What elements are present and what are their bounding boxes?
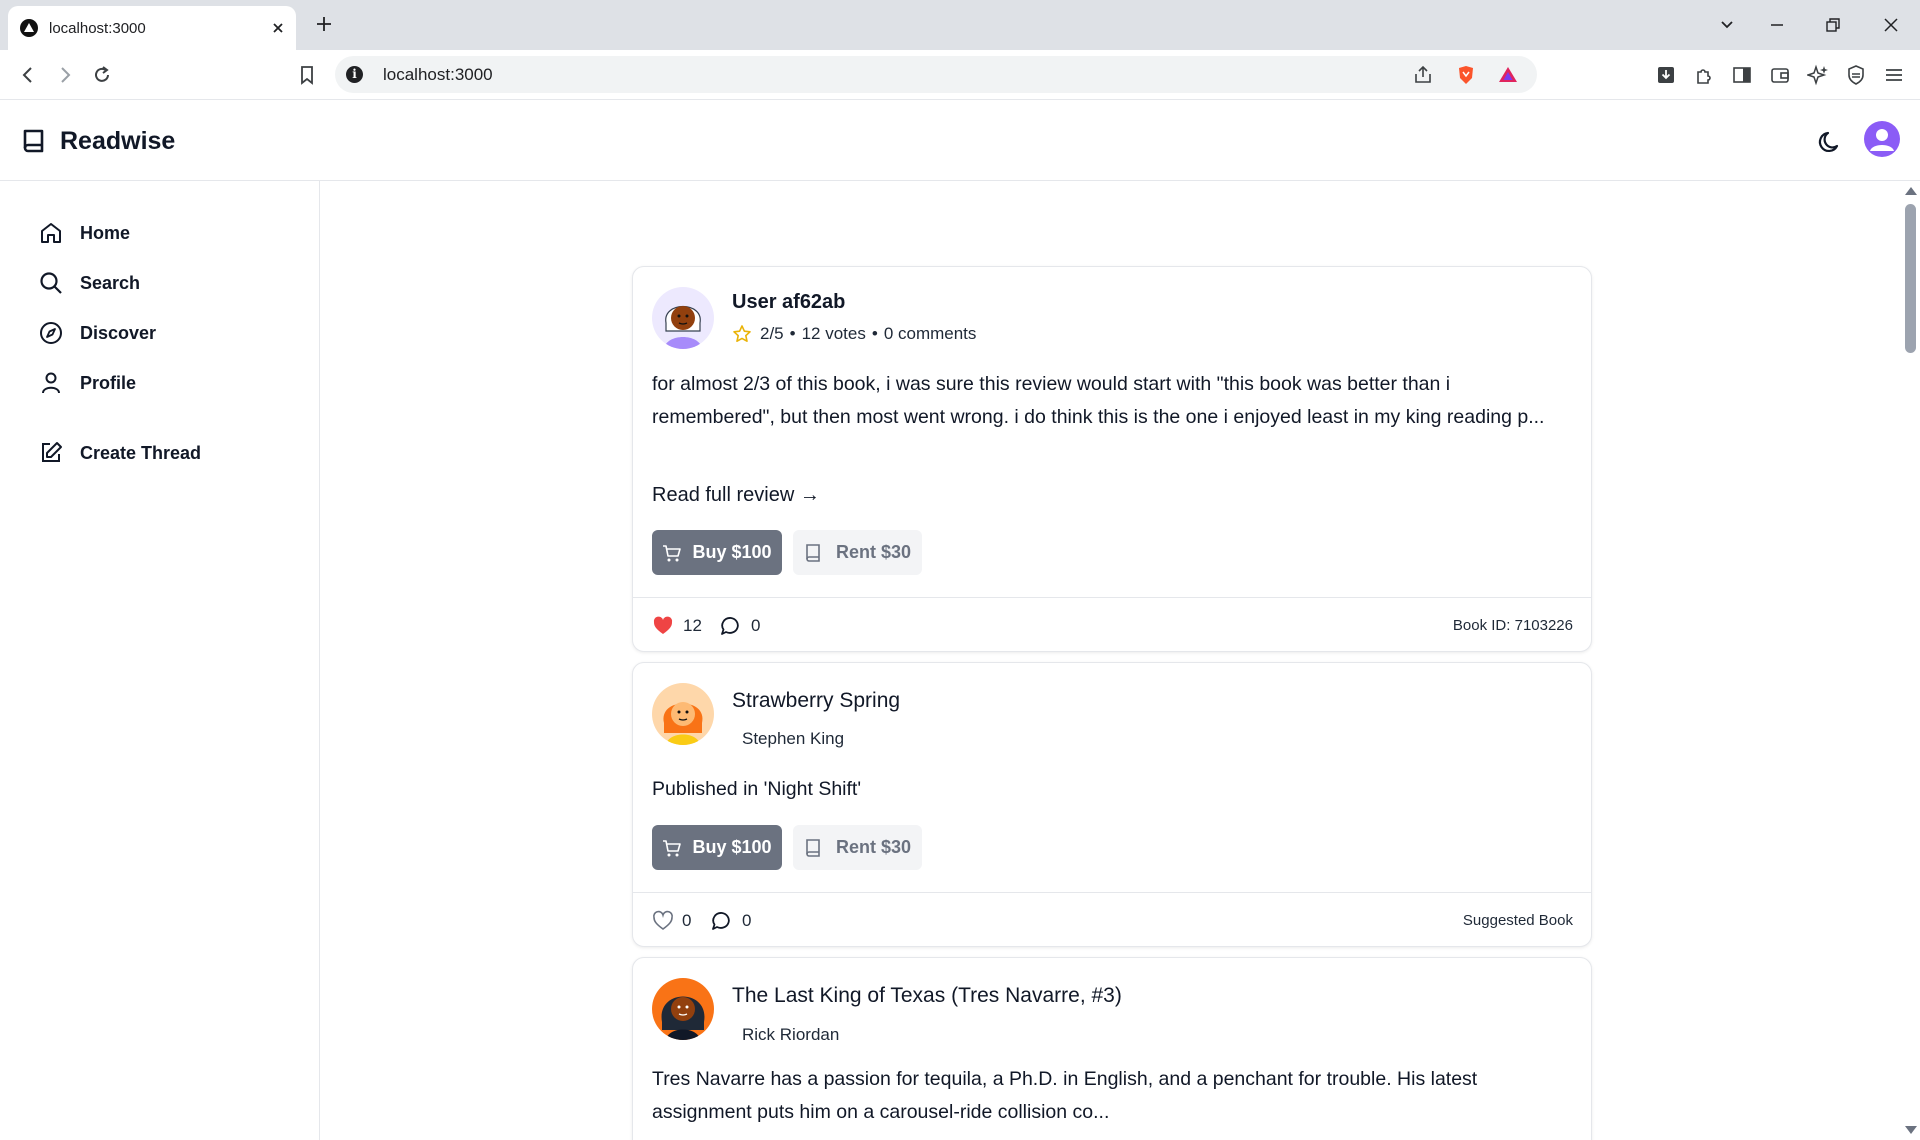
- sidebar-item-label: Home: [80, 222, 131, 243]
- leo-ai-icon[interactable]: [1807, 64, 1829, 86]
- book-card: The Last King of Texas (Tres Navarre, #3…: [632, 957, 1592, 1140]
- review-excerpt: for almost 2/3 of this book, i was sure …: [652, 373, 1545, 428]
- star-icon: [733, 325, 751, 342]
- bookmark-icon[interactable]: [296, 64, 318, 86]
- comment-icon[interactable]: [711, 910, 733, 932]
- rent-label: Rent $30: [835, 837, 912, 857]
- sidebar-item-label: Search: [80, 272, 141, 293]
- forward-icon[interactable]: [54, 64, 76, 86]
- browser-toolbar: i localhost:3000: [0, 50, 1920, 100]
- tab-search-icon[interactable]: [1716, 14, 1738, 36]
- rating-value: 2/5: [760, 324, 784, 343]
- heart-filled-icon[interactable]: [652, 615, 674, 637]
- vpn-icon[interactable]: [1845, 64, 1867, 86]
- card-footer: 0 0 Suggested Book: [633, 892, 1591, 946]
- scroll-down-arrow-icon[interactable]: [1905, 1126, 1917, 1134]
- tab-title: localhost:3000: [49, 20, 146, 37]
- new-tab-icon[interactable]: [314, 14, 334, 34]
- back-icon[interactable]: [17, 64, 39, 86]
- brave-rewards-icon[interactable]: [1497, 64, 1519, 86]
- close-tab-icon[interactable]: [270, 20, 286, 36]
- like-count: 0: [682, 911, 692, 930]
- extensions-icon[interactable]: [1693, 64, 1715, 86]
- share-icon[interactable]: [1412, 64, 1434, 86]
- url-text: localhost:3000: [383, 65, 493, 84]
- moon-icon[interactable]: [1817, 128, 1845, 156]
- comment-count: 0: [742, 911, 752, 930]
- review-meta: 2/5 • 12 votes • 0 comments: [732, 324, 976, 344]
- favicon-icon: [20, 19, 38, 37]
- sidebar-item-discover[interactable]: Discover: [38, 315, 298, 351]
- cart-icon: [663, 544, 682, 561]
- browser-tab[interactable]: localhost:3000: [8, 6, 296, 50]
- vote-count: 12 votes: [801, 324, 866, 343]
- buy-label: Buy $100: [692, 837, 772, 857]
- browser-tabstrip: localhost:3000: [0, 0, 1920, 50]
- restore-icon[interactable]: [1822, 14, 1844, 36]
- user-avatar-icon: [1870, 129, 1894, 151]
- book-author: Stephen King: [742, 729, 845, 748]
- home-icon: [41, 223, 61, 243]
- buy-button[interactable]: Buy $100: [652, 530, 782, 575]
- address-bar[interactable]: i localhost:3000: [335, 56, 1537, 93]
- book-description: Tres Navarre has a passion for tequila, …: [652, 1068, 1478, 1123]
- app-name[interactable]: Readwise: [60, 127, 175, 156]
- search-icon: [40, 272, 62, 294]
- suggested-book-label: Suggested Book: [1462, 912, 1573, 929]
- book-title[interactable]: The Last King of Texas (Tres Navarre, #3…: [732, 984, 1122, 1008]
- sidebar-toggle-icon[interactable]: [1731, 64, 1753, 86]
- book-icon: [806, 543, 820, 562]
- rent-label: Rent $30: [835, 542, 912, 562]
- read-full-review-link[interactable]: Read full review →: [652, 484, 820, 507]
- close-window-icon[interactable]: [1880, 14, 1902, 36]
- sidebar-item-label: Profile: [80, 372, 137, 393]
- rent-button[interactable]: Rent $30: [793, 530, 922, 575]
- book-id: Book ID: 7103226: [1452, 617, 1573, 634]
- meta-separator: •: [789, 324, 796, 343]
- sidebar-item-label: Discover: [80, 322, 157, 343]
- book-avatar: [652, 683, 714, 745]
- book-avatar: [652, 978, 714, 1040]
- book-logo-icon: [23, 129, 44, 153]
- reload-icon[interactable]: [91, 64, 113, 86]
- wallet-icon[interactable]: [1769, 64, 1791, 86]
- scrollbar-thumb[interactable]: [1905, 204, 1916, 353]
- reviewer-name[interactable]: User af62ab: [732, 291, 845, 314]
- buy-button[interactable]: Buy $100: [652, 825, 782, 870]
- sidebar: Home Search Discover Profile Create Thre…: [0, 181, 320, 1140]
- scroll-up-arrow-icon[interactable]: [1905, 187, 1917, 195]
- sidebar-item-create-thread[interactable]: Create Thread: [38, 435, 298, 471]
- book-author: Rick Riordan: [742, 1025, 840, 1044]
- user-avatar-button[interactable]: [1864, 121, 1900, 157]
- review-card: User af62ab 2/5 • 12 votes • 0 comments …: [632, 266, 1592, 652]
- book-title[interactable]: Strawberry Spring: [732, 689, 900, 713]
- sidebar-item-search[interactable]: Search: [38, 265, 298, 301]
- sidebar-item-label: Create Thread: [80, 442, 202, 463]
- user-icon: [42, 372, 60, 394]
- site-info-icon[interactable]: i: [346, 66, 363, 83]
- edit-icon: [42, 442, 62, 462]
- sidebar-item-home[interactable]: Home: [38, 215, 298, 251]
- buy-label: Buy $100: [692, 542, 772, 562]
- reviewer-avatar: [652, 287, 714, 349]
- comment-count-text: 0 comments: [883, 324, 977, 343]
- brave-shield-icon[interactable]: [1455, 64, 1477, 86]
- book-card: Strawberry Spring Stephen King Published…: [632, 662, 1592, 947]
- sidebar-item-profile[interactable]: Profile: [38, 365, 298, 401]
- heart-outline-icon[interactable]: [652, 910, 674, 932]
- like-count: 12: [683, 616, 702, 635]
- comment-icon[interactable]: [720, 615, 742, 637]
- cart-icon: [663, 839, 682, 856]
- compass-icon: [40, 322, 62, 344]
- minimize-icon[interactable]: [1766, 14, 1788, 36]
- book-description: Published in 'Night Shift': [652, 778, 862, 800]
- app-header: Readwise: [0, 101, 1920, 181]
- downloads-icon[interactable]: [1655, 64, 1677, 86]
- menu-icon[interactable]: [1883, 64, 1905, 86]
- book-icon: [806, 838, 820, 857]
- card-footer: 12 0 Book ID: 7103226: [633, 597, 1591, 651]
- rent-button[interactable]: Rent $30: [793, 825, 922, 870]
- comment-count: 0: [751, 616, 761, 635]
- meta-separator: •: [871, 324, 878, 343]
